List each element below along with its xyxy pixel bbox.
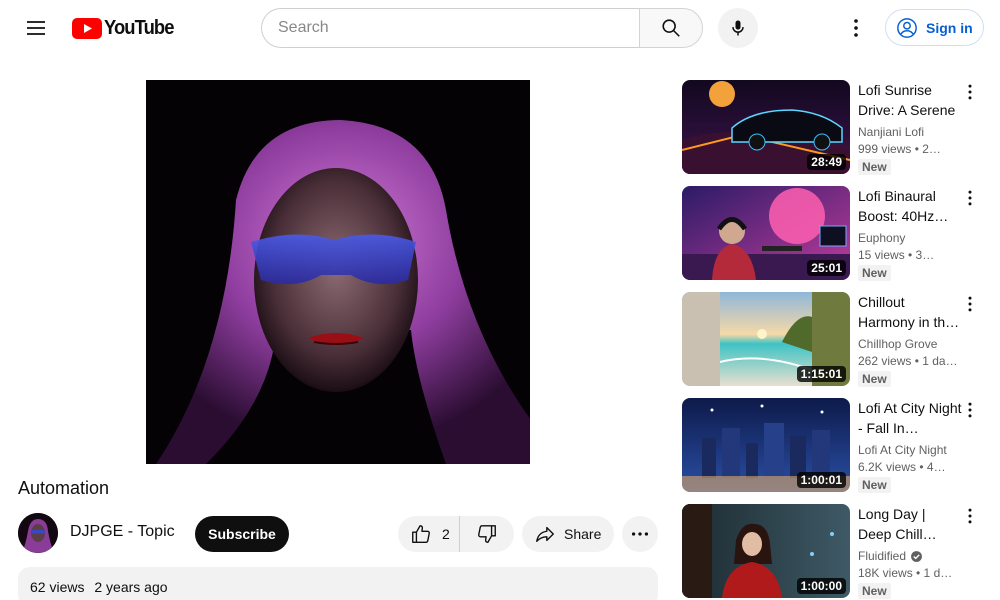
recommendation-channel: Euphony (858, 230, 962, 246)
account-icon (897, 17, 917, 38)
recommendation-menu-button[interactable] (960, 80, 980, 104)
channel-label: Fluidified (858, 549, 907, 563)
share-button[interactable]: Share (522, 516, 614, 552)
more-actions-button[interactable] (622, 516, 658, 552)
recommendations-list: 28:49 Lofi Sunrise Drive: A Serene Nanji… (682, 80, 992, 600)
channel-name[interactable]: DJPGE - Topic (70, 523, 175, 541)
sign-in-label: Sign in (926, 19, 973, 36)
recommendation-title[interactable]: Long Day | Deep Chill… (858, 504, 962, 544)
recommendation-title[interactable]: Lofi At City Night - Fall In… (858, 398, 962, 438)
recommendation-info[interactable]: Chillout Harmony in th… Chillhop Grove 2… (858, 292, 962, 388)
duration-badge: 1:00:01 (796, 472, 846, 488)
share-icon (536, 526, 554, 543)
more-vertical-icon (968, 190, 972, 206)
channel-avatar[interactable] (18, 513, 58, 553)
channel-label: Chillhop Grove (858, 337, 938, 351)
new-badge: New (858, 371, 891, 387)
video-thumbnail[interactable]: 25:01 (682, 186, 850, 280)
video-thumbnail[interactable]: 28:49 (682, 80, 850, 174)
recommendation-channel: Fluidified (858, 548, 962, 564)
channel-label: Nanjiani Lofi (858, 125, 925, 139)
new-badge: New (858, 265, 891, 281)
new-badge: New (858, 477, 891, 493)
video-player[interactable] (146, 80, 530, 464)
recommendation-channel: Chillhop Grove (858, 336, 962, 352)
share-label: Share (564, 526, 602, 542)
voice-search-button[interactable] (718, 8, 758, 48)
recommendation-item[interactable]: 1:00:00 Long Day | Deep Chill… Fluidifie… (682, 504, 992, 600)
sign-in-button[interactable]: Sign in (885, 9, 984, 46)
search-icon (662, 19, 680, 37)
new-badge: New (858, 159, 891, 175)
verified-icon (911, 550, 922, 562)
search-button[interactable] (639, 8, 703, 48)
recommendation-item[interactable]: 25:01 Lofi Binaural Boost: 40Hz… Euphony… (682, 186, 992, 292)
video-thumbnail[interactable]: 1:00:01 (682, 398, 850, 492)
recommendation-info[interactable]: Lofi Binaural Boost: 40Hz… Euphony 15 vi… (858, 186, 962, 282)
more-vertical-icon (854, 19, 858, 37)
recommendation-channel: Nanjiani Lofi (858, 124, 962, 140)
like-count: 2 (442, 526, 450, 542)
search-input[interactable] (278, 19, 640, 37)
like-dislike-group: 2 (398, 516, 514, 552)
duration-badge: 1:00:00 (796, 578, 846, 594)
thumbs-down-icon (478, 525, 496, 543)
dislike-button[interactable] (460, 516, 514, 552)
new-badge: New (858, 583, 891, 599)
recommendation-title[interactable]: Lofi Binaural Boost: 40Hz… (858, 186, 962, 226)
thumbs-up-icon (412, 525, 430, 543)
guide-menu-button[interactable] (16, 8, 56, 48)
recommendation-menu-button[interactable] (960, 292, 980, 316)
recommendation-meta: 999 views • 2… (858, 142, 941, 156)
recommendation-menu-button[interactable] (960, 504, 980, 528)
upload-age: 2 years ago (94, 579, 168, 595)
recommendation-title[interactable]: Lofi Sunrise Drive: A Serene (858, 80, 962, 120)
video-frame-image (146, 80, 530, 464)
search-field[interactable] (261, 8, 640, 48)
top-bar: YouTube Sign in (0, 0, 1000, 56)
video-thumbnail[interactable]: 1:15:01 (682, 292, 850, 386)
video-title: Automation (18, 478, 110, 498)
channel-label: Lofi At City Night (858, 443, 947, 457)
recommendation-meta: 18K views • 1 d… (858, 566, 953, 580)
video-thumbnail[interactable]: 1:00:00 (682, 504, 850, 598)
recommendation-channel: Lofi At City Night (858, 442, 962, 458)
settings-menu-button[interactable] (836, 8, 876, 48)
more-vertical-icon (968, 296, 972, 312)
view-count: 62 views (30, 579, 85, 595)
more-horizontal-icon (631, 532, 649, 536)
like-button[interactable]: 2 (398, 516, 460, 552)
recommendation-meta: 6.2K views • 4… (858, 460, 946, 474)
avatar-image (18, 513, 58, 553)
recommendation-item[interactable]: 1:15:01 Chillout Harmony in th… Chillhop… (682, 292, 992, 398)
recommendation-item[interactable]: 1:00:01 Lofi At City Night - Fall In… Lo… (682, 398, 992, 504)
duration-badge: 25:01 (807, 260, 846, 276)
channel-label: Euphony (858, 231, 906, 245)
youtube-play-icon (72, 17, 102, 39)
recommendation-menu-button[interactable] (960, 398, 980, 422)
recommendation-meta: 15 views • 3… (858, 248, 935, 262)
recommendation-meta: 262 views • 1 da… (858, 354, 958, 368)
more-vertical-icon (968, 508, 972, 524)
recommendation-title[interactable]: Chillout Harmony in th… (858, 292, 962, 332)
more-vertical-icon (968, 84, 972, 100)
more-vertical-icon (968, 402, 972, 418)
recommendation-info[interactable]: Lofi Sunrise Drive: A Serene Nanjiani Lo… (858, 80, 962, 176)
hamburger-icon (27, 21, 45, 35)
logo-text: YouTube (104, 16, 174, 39)
recommendation-info[interactable]: Long Day | Deep Chill… Fluidified 18K vi… (858, 504, 962, 600)
duration-badge: 28:49 (807, 154, 846, 170)
duration-badge: 1:15:01 (796, 366, 846, 382)
recommendation-menu-button[interactable] (960, 186, 980, 210)
subscribe-button[interactable]: Subscribe (195, 516, 289, 552)
description-box[interactable]: 62 views 2 years ago (18, 567, 658, 600)
youtube-logo[interactable]: YouTube (72, 17, 180, 39)
microphone-icon (732, 20, 744, 36)
recommendation-info[interactable]: Lofi At City Night - Fall In… Lofi At Ci… (858, 398, 962, 494)
recommendation-item[interactable]: 28:49 Lofi Sunrise Drive: A Serene Nanji… (682, 80, 992, 186)
